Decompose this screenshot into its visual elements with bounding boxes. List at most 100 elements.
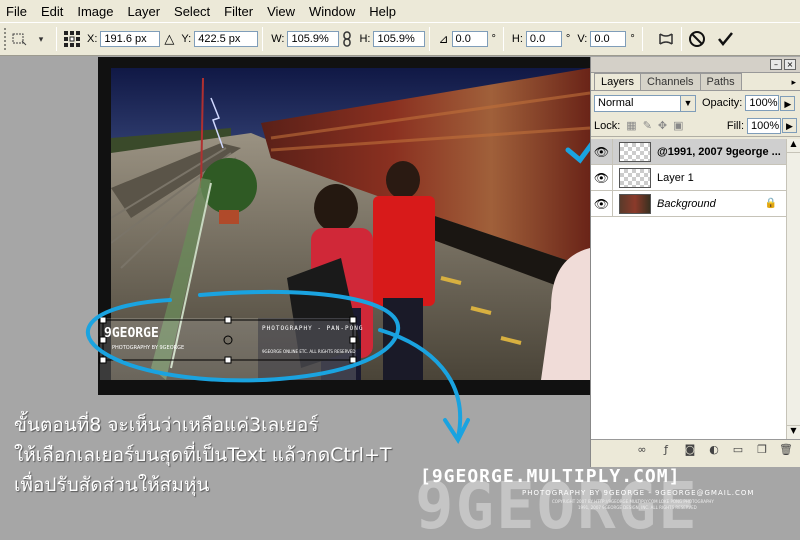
menu-filter[interactable]: Filter — [224, 4, 253, 19]
instruction-line-1: ขั้นตอนที่8 จะเห็นว่าเหลือแค่3เลเยอร์ — [14, 414, 319, 436]
layer-thumbnail — [619, 167, 651, 188]
lock-label: Lock: — [594, 119, 621, 132]
opacity-field[interactable]: 100% — [745, 95, 780, 111]
blend-mode-select[interactable]: Normal ▼ — [594, 94, 696, 112]
annotation-arrow-head — [443, 418, 470, 445]
w-label: W: — [271, 33, 285, 45]
lock-brush-icon[interactable]: ✎ — [643, 119, 652, 132]
vertical-skew-field[interactable]: 0.0 — [590, 31, 627, 47]
text-layer-logo: 9GEORGE — [104, 326, 159, 341]
toolbar-separator — [680, 27, 682, 51]
lock-move-icon[interactable]: ✥ — [658, 119, 667, 132]
commit-transform-icon[interactable] — [714, 28, 736, 50]
blend-opacity-row: Normal ▼ Opacity: 100% ▶ — [591, 91, 800, 115]
menu-view[interactable]: View — [267, 4, 295, 19]
cancel-transform-icon[interactable] — [686, 28, 708, 50]
width-scale-field[interactable]: 105.9% — [287, 31, 340, 47]
fill-field[interactable]: 100% — [747, 117, 781, 134]
layer-mask-icon[interactable]: ◙ — [681, 443, 699, 459]
transform-tool-icon[interactable] — [8, 28, 30, 50]
link-chain-icon[interactable] — [339, 28, 355, 50]
tab-layers[interactable]: Layers — [594, 73, 642, 90]
y-label: Y: — [181, 33, 192, 45]
dropdown-arrow-icon[interactable]: ▾ — [30, 28, 52, 50]
text-layer-phone: PHOTOGRAPHY - PAN-PONG — [262, 325, 364, 332]
degree-symbol: ° — [630, 33, 635, 45]
height-scale-field[interactable]: 105.9% — [373, 31, 426, 47]
toolbar-separator — [262, 27, 264, 51]
relative-position-icon[interactable]: △ — [164, 31, 174, 47]
fill-label: Fill: — [726, 119, 744, 132]
layers-list: 👁 @1991, 2007 9george ... 👁 Layer 1 👁 Ba… — [591, 138, 787, 439]
new-layer-icon[interactable]: ❐ — [753, 443, 771, 459]
text-layer-rights: 9GEORGE ONLINE ETC. ALL RIGHTS RESERVED — [262, 349, 356, 354]
warp-mode-icon[interactable] — [655, 28, 677, 50]
menu-help[interactable]: Help — [369, 4, 396, 19]
lock-all-icon[interactable]: ▣ — [673, 119, 683, 132]
menu-image[interactable]: Image — [77, 4, 113, 19]
menu-file[interactable]: File — [6, 4, 27, 19]
toolbar-separator — [429, 27, 431, 51]
layer-row-text[interactable]: 👁 @1991, 2007 9george ... — [591, 138, 787, 165]
toolbar-separator — [56, 27, 57, 51]
menu-select[interactable]: Select — [174, 4, 210, 19]
layer-row-layer1[interactable]: 👁 Layer 1 — [591, 164, 787, 191]
tab-paths[interactable]: Paths — [699, 73, 742, 90]
scroll-up-icon[interactable]: ▲ — [787, 139, 800, 153]
horizontal-skew-field[interactable]: 0.0 — [525, 31, 562, 47]
menu-window[interactable]: Window — [309, 4, 355, 19]
tab-channels[interactable]: Channels — [640, 73, 701, 90]
fill-arrow-icon[interactable]: ▶ — [782, 118, 797, 133]
watermark-site: [9GEORGE.MULTIPLY.COM] — [420, 466, 681, 487]
layers-scrollbar[interactable]: ▲ ▼ — [786, 139, 800, 439]
instruction-text: ขั้นตอนที่8 จะเห็นว่าเหลือแค่3เลเยอร์ ให… — [14, 410, 392, 500]
hskew-label: H: — [511, 33, 523, 45]
link-layers-icon[interactable]: ∞ — [633, 443, 651, 459]
watermark-credit: PHOTOGRAPHY BY 9GEORGE - 9GEORGE@GMAIL.C… — [522, 489, 755, 497]
panel-tabs: Layers Channels Paths ▸ — [591, 73, 800, 91]
scroll-down-icon[interactable]: ▼ — [787, 425, 800, 439]
panel-menu-icon[interactable]: ▸ — [791, 78, 800, 90]
photo-background-layer[interactable] — [111, 68, 590, 380]
opacity-arrow-icon[interactable]: ▶ — [780, 95, 796, 111]
watermark-copyright: COPYRIGHT 2007 BY HTTP://9GEORGE.MULTIPL… — [552, 499, 714, 504]
blend-mode-value: Normal — [598, 97, 634, 109]
opacity-label: Opacity: — [702, 97, 743, 109]
panel-bottom-bar: ∞ ƒ ◙ ◐ ▭ ❐ 🗑 — [591, 439, 800, 461]
degree-symbol: ° — [491, 33, 496, 45]
minimize-icon[interactable]: – — [770, 59, 782, 70]
menu-layer[interactable]: Layer — [128, 4, 161, 19]
train-station-photo — [111, 68, 590, 380]
layer-name: @1991, 2007 9george ... — [657, 145, 781, 158]
x-position-field[interactable]: 191.6 px — [100, 31, 161, 47]
chevron-down-icon[interactable]: ▼ — [680, 95, 695, 111]
layer-thumbnail — [619, 193, 651, 214]
instruction-line-3: เพื่อปรับสัดส่วนให้สมหุ่น — [14, 474, 210, 496]
watermark-rights: 1991, 2007 9GEORGE DESIGN, INC. ALL RIGH… — [578, 505, 697, 510]
menu-edit[interactable]: Edit — [41, 4, 63, 19]
layer-name: Background — [657, 197, 716, 210]
layer-thumbnail — [619, 141, 651, 162]
toolbar-separator — [641, 27, 643, 51]
reference-point-icon[interactable] — [61, 28, 83, 50]
adjustment-layer-icon[interactable]: ◐ — [705, 443, 723, 459]
trash-icon[interactable]: 🗑 — [777, 443, 795, 459]
lock-transparent-icon[interactable]: ▦ — [626, 119, 636, 132]
layer-row-background[interactable]: 👁 Background 🔒 — [591, 190, 787, 217]
degree-symbol: ° — [565, 33, 571, 45]
eye-icon[interactable]: 👁 — [591, 138, 613, 165]
new-group-icon[interactable]: ▭ — [729, 443, 747, 459]
text-layer-credit: PHOTOGRAPHY BY 9GEORGE — [112, 345, 185, 351]
eye-icon[interactable]: 👁 — [591, 190, 613, 217]
layer-name: Layer 1 — [657, 171, 694, 184]
y-position-field[interactable]: 422.5 px — [194, 31, 259, 47]
instruction-line-2: ให้เลือกเลเยอร์บนสุดที่เป็นText แล้วกดCt… — [14, 444, 392, 466]
options-bar: ▾ X: 191.6 px △ Y: 422.5 px W: 105.9% H:… — [0, 22, 800, 56]
panel-titlebar[interactable]: – × — [591, 57, 800, 73]
layer-style-icon[interactable]: ƒ — [657, 443, 675, 459]
rotation-field[interactable]: 0.0 — [451, 31, 488, 47]
eye-icon[interactable]: 👁 — [591, 164, 613, 191]
toolbar-separator — [502, 27, 504, 51]
close-icon[interactable]: × — [784, 59, 796, 70]
layers-panel: – × Layers Channels Paths ▸ Normal ▼ Opa… — [590, 57, 800, 467]
